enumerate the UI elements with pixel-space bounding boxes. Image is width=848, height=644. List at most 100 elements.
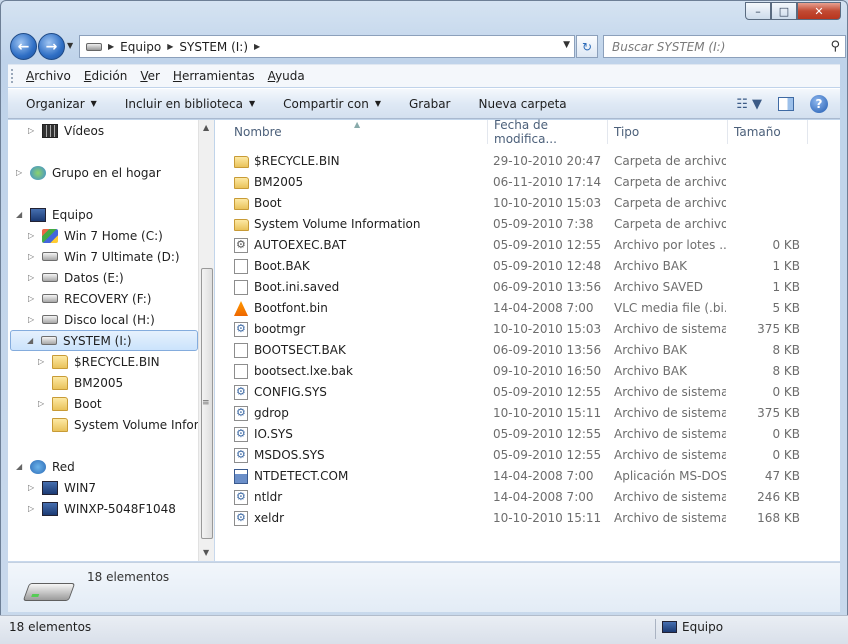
search-icon[interactable]: ⚲: [830, 39, 840, 54]
table-row[interactable]: Boot 10-10-2010 15:03 Carpeta de archivos: [215, 193, 840, 214]
minimize-button[interactable]: –: [745, 2, 771, 20]
column-header-name[interactable]: Nombre: [228, 120, 488, 144]
chevron-right-icon[interactable]: ▶: [108, 42, 114, 51]
tree-item-recycle-bin[interactable]: ▷ $RECYCLE.BIN: [38, 351, 160, 372]
expand-icon[interactable]: ▷: [38, 357, 48, 366]
tree-item-drive-e[interactable]: ▷ Datos (E:): [28, 267, 124, 288]
tree-item-system-volume-info[interactable]: System Volume Informa: [38, 414, 213, 435]
expand-icon[interactable]: ▷: [28, 252, 38, 261]
tree-item-red[interactable]: ◢ Red: [16, 456, 75, 477]
computer-icon: [30, 207, 46, 222]
scroll-up-icon[interactable]: ▲: [203, 123, 209, 132]
help-icon[interactable]: ?: [810, 95, 828, 113]
menu-ayuda[interactable]: Ayuda: [268, 69, 305, 83]
column-header-type[interactable]: Tipo: [608, 120, 728, 144]
tree-item-homegroup[interactable]: ▷ Grupo en el hogar: [16, 162, 161, 183]
maximize-button[interactable]: □: [771, 2, 797, 20]
scroll-down-icon[interactable]: ▼: [203, 548, 209, 557]
folder-icon: [234, 219, 249, 231]
expand-icon[interactable]: ▷: [16, 168, 26, 177]
address-bar[interactable]: ▶ Equipo ▶ SYSTEM (I:) ▶ ▼: [79, 35, 575, 58]
file-date: 29-10-2010 20:47: [493, 154, 602, 168]
column-header-size[interactable]: Tamaño: [728, 120, 808, 144]
expand-icon[interactable]: ▷: [28, 231, 38, 240]
collapse-icon[interactable]: ◢: [16, 210, 26, 219]
folder-icon: [52, 417, 68, 432]
collapse-icon[interactable]: ◢: [16, 462, 26, 471]
status-bar: 18 elementos Equipo: [0, 615, 848, 644]
table-row[interactable]: ntldr 14-04-2008 7:00 Archivo de sistema 24…: [215, 487, 840, 508]
forward-button[interactable]: →: [38, 33, 65, 60]
command-bar-right: ☷ ▼ ?: [736, 95, 828, 113]
file-name: Boot.ini.saved: [254, 280, 340, 294]
expand-icon[interactable]: ▷: [28, 126, 38, 135]
column-header-date[interactable]: Fecha de modifica...: [488, 118, 608, 146]
tree-item-videos[interactable]: ▷ Vídeos: [28, 120, 104, 141]
tree-item-equipo[interactable]: ◢ Equipo: [16, 204, 93, 225]
caption-buttons: – □ ✕: [745, 2, 841, 20]
tree-item-drive-f[interactable]: ▷ RECOVERY (F:): [28, 288, 151, 309]
table-row[interactable]: gdrop 10-10-2010 15:11 Archivo de sistema 3…: [215, 403, 840, 424]
collapse-icon[interactable]: ◢: [27, 336, 37, 345]
change-view-icon[interactable]: ☷ ▼: [736, 97, 762, 112]
recent-pages-dropdown-icon[interactable]: ▼: [67, 41, 73, 50]
table-row[interactable]: $RECYCLE.BIN 29-10-2010 20:47 Carpeta de a…: [215, 151, 840, 172]
tree-item-drive-d[interactable]: ▷ Win 7 Ultimate (D:): [28, 246, 180, 267]
menu-bar: Archivo Edición Ver Herramientas Ayuda: [8, 64, 840, 87]
table-row[interactable]: bootmgr 10-10-2010 15:03 Archivo de sistem…: [215, 319, 840, 340]
address-dropdown-icon[interactable]: ▼: [563, 40, 570, 50]
back-button[interactable]: ←: [10, 33, 37, 60]
menu-archivo[interactable]: Archivo: [26, 69, 71, 83]
table-row[interactable]: BOOTSECT.BAK 06-09-2010 13:56 Archivo BAK 8…: [215, 340, 840, 361]
table-row[interactable]: xeldr 10-10-2010 15:11 Archivo de sistema 1…: [215, 508, 840, 529]
chevron-right-icon[interactable]: ▶: [254, 42, 260, 51]
search-input[interactable]: Buscar SYSTEM (I:) ⚲: [603, 35, 846, 58]
organize-button[interactable]: Organizar ▼: [26, 97, 97, 111]
expand-icon[interactable]: ▷: [28, 273, 38, 282]
tree-item-drive-h[interactable]: ▷ Disco local (H:): [28, 309, 155, 330]
table-row[interactable]: AUTOEXEC.BAT 05-09-2010 12:55 Archivo por …: [215, 235, 840, 256]
close-button[interactable]: ✕: [797, 2, 841, 20]
table-row[interactable]: CONFIG.SYS 05-09-2010 12:55 Archivo de sis…: [215, 382, 840, 403]
menu-edicion[interactable]: Edición: [84, 69, 127, 83]
scrollbar-grip: ≡: [202, 398, 210, 408]
table-row[interactable]: Boot.ini.saved 06-09-2010 13:56 Archivo SA…: [215, 277, 840, 298]
tree-item-winxp[interactable]: ▷ WINXP-5048F1048: [28, 498, 176, 519]
breadcrumb-system[interactable]: SYSTEM (I:): [179, 40, 248, 54]
tree-item-label: WINXP-5048F1048: [64, 501, 176, 516]
navigation-pane-scrollbar[interactable]: ▲ ≡ ▼: [198, 120, 214, 561]
table-row[interactable]: BM2005 06-11-2010 17:14 Carpeta de archivo…: [215, 172, 840, 193]
table-row[interactable]: NTDETECT.COM 14-04-2008 7:00 Aplicación MS…: [215, 466, 840, 487]
expand-icon[interactable]: ▷: [38, 399, 48, 408]
tree-item-drive-i[interactable]: ◢ SYSTEM (I:): [10, 330, 198, 351]
menu-herramientas[interactable]: Herramientas: [173, 69, 255, 83]
table-row[interactable]: System Volume Information 05-09-2010 7:38…: [215, 214, 840, 235]
table-row[interactable]: Bootfont.bin 14-04-2008 7:00 VLC media fil…: [215, 298, 840, 319]
expand-icon[interactable]: ▷: [28, 315, 38, 324]
preview-pane-icon[interactable]: [778, 97, 794, 111]
expand-icon[interactable]: ▷: [28, 483, 38, 492]
tree-item-win7[interactable]: ▷ WIN7: [28, 477, 96, 498]
chevron-right-icon[interactable]: ▶: [167, 42, 173, 51]
breadcrumb-equipo[interactable]: Equipo: [120, 40, 161, 54]
tree-item-drive-c[interactable]: ▷ Win 7 Home (C:): [28, 225, 163, 246]
table-row[interactable]: MSDOS.SYS 05-09-2010 12:55 Archivo de sist…: [215, 445, 840, 466]
status-divider: [655, 619, 656, 639]
computer-icon: [662, 621, 677, 633]
tree-item-boot[interactable]: ▷ Boot: [38, 393, 102, 414]
table-row[interactable]: bootsect.lxe.bak 09-10-2010 16:50 Archivo …: [215, 361, 840, 382]
expand-icon[interactable]: ▷: [28, 504, 38, 513]
menu-ver[interactable]: Ver: [140, 69, 160, 83]
tree-item-bm2005[interactable]: BM2005: [38, 372, 123, 393]
burn-button[interactable]: Grabar: [409, 97, 451, 111]
refresh-button[interactable]: ↻: [576, 35, 598, 58]
include-library-button[interactable]: Incluir en biblioteca ▼: [125, 97, 255, 111]
table-row[interactable]: Boot.BAK 05-09-2010 12:48 Archivo BAK 1 KB: [215, 256, 840, 277]
new-folder-button[interactable]: Nueva carpeta: [478, 97, 566, 111]
table-row[interactable]: IO.SYS 05-09-2010 12:55 Archivo de sistema…: [215, 424, 840, 445]
expand-icon[interactable]: ▷: [28, 294, 38, 303]
share-button[interactable]: Compartir con ▼: [283, 97, 381, 111]
video-icon: [42, 123, 58, 138]
status-location-label: Equipo: [682, 620, 724, 634]
file-type: Carpeta de archivos: [614, 217, 726, 231]
